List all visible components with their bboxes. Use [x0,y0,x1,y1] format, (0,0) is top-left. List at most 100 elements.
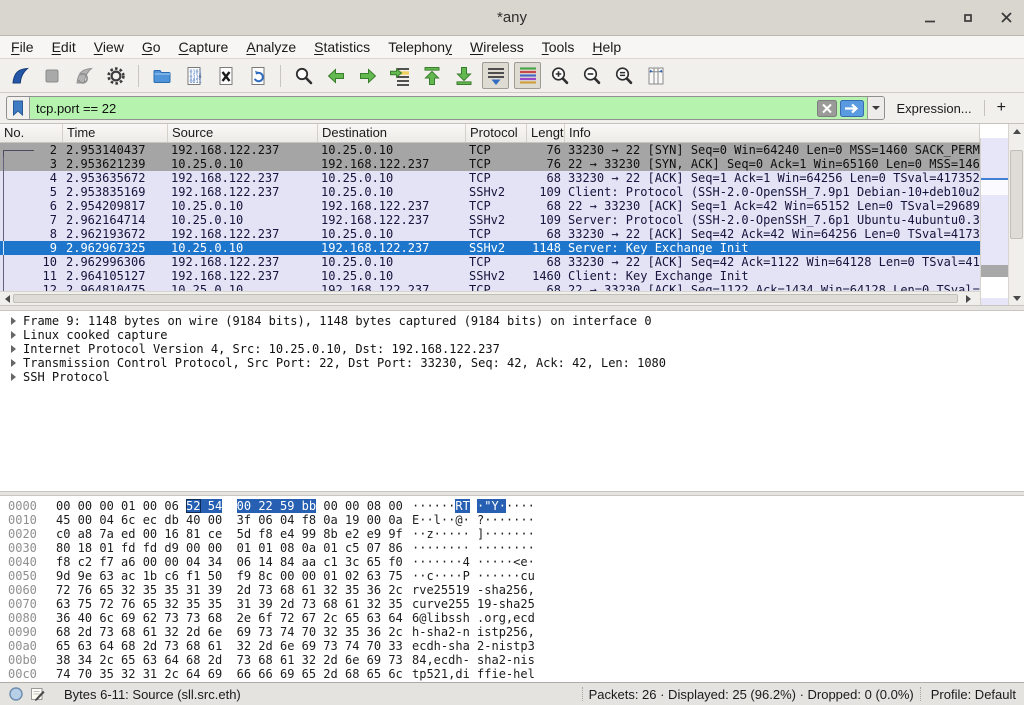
packet-minimap[interactable] [980,138,1008,305]
filter-bookmark-button[interactable] [7,97,30,119]
hex-bytes[interactable]: 65 63 64 68 2d 73 68 61 32 2d 6e 69 73 7… [56,639,412,653]
hex-ascii[interactable]: ··c····P ······cu [412,569,535,583]
hex-row-0030[interactable]: 003080 18 01 fd fd d9 00 00 01 01 08 0a … [8,541,1024,555]
hex-row-00a0[interactable]: 00a065 63 64 68 2d 73 68 61 32 2d 6e 69 … [8,639,1024,653]
hex-ascii[interactable]: tp521,di ffie-hel [412,667,535,681]
hex-bytes[interactable]: 36 40 6c 69 62 73 73 68 2e 6f 72 67 2c 6… [56,611,412,625]
scroll-down-button[interactable] [1009,291,1024,305]
hex-ascii[interactable]: curve255 19-sha25 [412,597,535,611]
column-header-no[interactable]: No. [0,124,63,142]
hex-bytes[interactable]: 80 18 01 fd fd d9 00 00 01 01 08 0a 01 c… [56,541,412,555]
hex-bytes[interactable]: c0 a8 7a ed 00 16 81 ce 5d f8 e4 99 8b e… [56,527,412,541]
menu-view[interactable]: View [85,36,133,58]
go-first-packet-button[interactable] [418,62,445,89]
expression-button[interactable]: Expression... [885,101,984,116]
menu-capture[interactable]: Capture [170,36,238,58]
menu-go[interactable]: Go [133,36,170,58]
hex-bytes[interactable]: 9d 9e 63 ac 1b c6 f1 50 f9 8c 00 00 01 0… [56,569,412,583]
hex-ascii[interactable]: ··z····· ]······· [412,527,535,541]
column-header-source[interactable]: Source [168,124,318,142]
hex-bytes[interactable]: 74 70 35 32 31 2c 64 69 66 66 69 65 2d 6… [56,667,412,681]
hex-bytes[interactable]: 38 34 2c 65 63 64 68 2d 73 68 61 32 2d 6… [56,653,412,667]
menu-edit[interactable]: Edit [43,36,85,58]
auto-scroll-toggle-button[interactable] [482,62,509,89]
menu-wireless[interactable]: Wireless [461,36,533,58]
scroll-right-icon[interactable] [966,295,971,303]
hex-bytes[interactable]: 00 00 00 01 00 06 52 54 00 22 59 bb 00 0… [56,499,412,513]
add-filter-button[interactable]: + [985,99,1018,117]
vertical-scroll-thumb[interactable] [1010,150,1023,239]
zoom-out-button[interactable] [578,62,605,89]
packet-row-2[interactable]: 22.953140437192.168.122.23710.25.0.10TCP… [0,143,980,157]
hex-row-0010[interactable]: 001045 00 04 6c ec db 40 00 3f 06 04 f8 … [8,513,1024,527]
title-bar[interactable]: *any [0,0,1024,36]
packet-row-10[interactable]: 102.962996306192.168.122.23710.25.0.10TC… [0,255,980,269]
hex-ascii[interactable]: E··l··@· ?······· [412,513,535,527]
packet-row-4[interactable]: 42.953635672192.168.122.23710.25.0.10TCP… [0,171,980,185]
maximize-button[interactable] [960,10,976,26]
hex-row-00b0[interactable]: 00b038 34 2c 65 63 64 68 2d 73 68 61 32 … [8,653,1024,667]
packet-row-8[interactable]: 82.962193672192.168.122.23710.25.0.10TCP… [0,227,980,241]
hex-row-0050[interactable]: 00509d 9e 63 ac 1b c6 f1 50 f9 8c 00 00 … [8,569,1024,583]
filter-dropdown-caret[interactable] [867,97,884,119]
save-file-button[interactable]: 010101100011 [180,62,207,89]
hex-bytes[interactable]: 63 75 72 76 65 32 35 35 31 39 2d 73 68 6… [56,597,412,611]
packet-row-3[interactable]: 32.95362123910.25.0.10192.168.122.237TCP… [0,157,980,171]
close-button[interactable] [998,10,1014,26]
go-last-packet-button[interactable] [450,62,477,89]
packet-row-12[interactable]: 122.96481047510.25.0.10192.168.122.237TC… [0,283,980,291]
hex-row-0070[interactable]: 007063 75 72 76 65 32 35 35 31 39 2d 73 … [8,597,1024,611]
hex-ascii[interactable]: ······RT ·"Y····· [412,499,535,513]
apply-filter-button[interactable] [840,100,864,117]
hex-ascii[interactable]: 84,ecdh- sha2-nis [412,653,535,667]
hex-ascii[interactable]: ········ ········ [412,541,535,555]
go-to-packet-button[interactable] [386,62,413,89]
clear-filter-button[interactable] [817,100,837,117]
vertical-scroll-track[interactable] [1009,138,1024,291]
packet-row-7[interactable]: 72.96216471410.25.0.10192.168.122.237SSH… [0,213,980,227]
menu-file[interactable]: File [2,36,43,58]
zoom-in-button[interactable] [546,62,573,89]
column-header-length[interactable]: Length [527,124,565,142]
hex-ascii[interactable]: ecdh-sha 2-nistp3 [412,639,535,653]
detail-row[interactable]: Internet Protocol Version 4, Src: 10.25.… [0,342,1024,356]
find-packet-button[interactable] [290,62,317,89]
expander-icon[interactable] [11,345,16,353]
hex-ascii[interactable]: ·······4 ·····<e· [412,555,535,569]
scroll-up-button[interactable] [1009,124,1024,138]
hex-row-0080[interactable]: 008036 40 6c 69 62 73 73 68 2e 6f 72 67 … [8,611,1024,625]
resize-columns-button[interactable] [642,62,669,89]
expert-info-button[interactable] [8,686,24,702]
hex-ascii[interactable]: 6@libssh .org,ecd [412,611,535,625]
filter-input[interactable]: tcp.port == 22 [30,101,817,116]
profile-button[interactable]: Profile: Default [931,687,1016,702]
menu-tools[interactable]: Tools [533,36,584,58]
horizontal-scrollbar[interactable] [0,291,980,305]
open-file-button[interactable] [148,62,175,89]
hex-ascii[interactable]: rve25519 -sha256, [412,583,535,597]
hex-bytes[interactable]: 72 76 65 32 35 35 31 39 2d 73 68 61 32 3… [56,583,412,597]
hex-bytes[interactable]: 68 2d 73 68 61 32 2d 6e 69 73 74 70 32 3… [56,625,412,639]
hex-row-0060[interactable]: 006072 76 65 32 35 35 31 39 2d 73 68 61 … [8,583,1024,597]
minimize-button[interactable] [922,10,938,26]
packet-row-6[interactable]: 62.95420981710.25.0.10192.168.122.237TCP… [0,199,980,213]
column-header-time[interactable]: Time [63,124,168,142]
go-previous-packet-button[interactable] [322,62,349,89]
hex-bytes[interactable]: 45 00 04 6c ec db 40 00 3f 06 04 f8 0a 1… [56,513,412,527]
scroll-left-icon[interactable] [5,295,10,303]
detail-row[interactable]: SSH Protocol [0,370,1024,384]
hex-row-0090[interactable]: 009068 2d 73 68 61 32 2d 6e 69 73 74 70 … [8,625,1024,639]
reload-file-button[interactable] [244,62,271,89]
menu-analyze[interactable]: Analyze [237,36,305,58]
close-file-button[interactable] [212,62,239,89]
detail-row[interactable]: Transmission Control Protocol, Src Port:… [0,356,1024,370]
detail-row[interactable]: Frame 9: 1148 bytes on wire (9184 bits),… [0,314,1024,328]
start-capture-button[interactable] [6,62,33,89]
expander-icon[interactable] [11,331,16,339]
menu-statistics[interactable]: Statistics [305,36,379,58]
display-filter-field[interactable]: tcp.port == 22 [6,96,885,120]
packet-row-9[interactable]: 92.96296732510.25.0.10192.168.122.237SSH… [0,241,980,255]
expander-icon[interactable] [11,359,16,367]
go-next-packet-button[interactable] [354,62,381,89]
hex-row-0000[interactable]: 000000 00 00 01 00 06 52 54 00 22 59 bb … [8,499,1024,513]
